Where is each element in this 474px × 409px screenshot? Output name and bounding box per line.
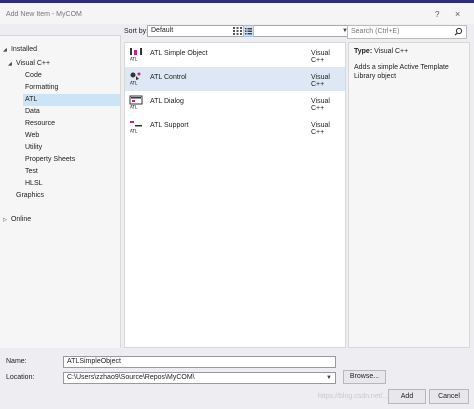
- sort-label: Sort by:: [124, 28, 149, 35]
- template-atl-support[interactable]: ATL ATL Support Visual C++: [125, 115, 345, 139]
- collapse-arrow-icon[interactable]: ◢: [8, 58, 14, 70]
- atl-simple-object-icon: ATL: [129, 47, 143, 62]
- expand-arrow-icon[interactable]: ▷: [3, 214, 9, 226]
- tree-label: Visual C++: [15, 60, 51, 67]
- atl-control-icon: ATL: [129, 71, 143, 86]
- window-title: Add New Item - MyCOM: [6, 11, 82, 18]
- tree-item-formatting[interactable]: Formatting: [25, 82, 58, 94]
- location-label: Location:: [6, 374, 35, 381]
- category-tree: ◢ Installed ◢ Visual C++ Code Formatting…: [0, 35, 121, 348]
- description-type: Type: Visual C++: [354, 48, 408, 55]
- template-name: ATL Support: [150, 122, 189, 129]
- template-language: Visual C++: [311, 74, 330, 88]
- tree-item-installed[interactable]: ◢ Installed: [3, 44, 37, 56]
- svg-text:ATL: ATL: [130, 105, 138, 110]
- template-language: Visual C++: [311, 50, 330, 64]
- tree-label: Online: [10, 216, 32, 223]
- title-bar: Add New Item - MyCOM ? ×: [0, 3, 474, 24]
- chevron-down-icon: ▼: [326, 375, 332, 381]
- svg-text:ATL: ATL: [130, 57, 138, 62]
- name-label: Name:: [6, 358, 27, 365]
- name-field[interactable]: ATLSimpleObject: [63, 356, 336, 368]
- template-language: Visual C++: [311, 122, 330, 136]
- template-list: ATL ATL Simple Object Visual C++ ATL ATL…: [124, 42, 346, 348]
- search-placeholder: Search (Ctrl+E): [351, 28, 400, 35]
- list-view-icon[interactable]: [243, 25, 254, 37]
- svg-text:ATL: ATL: [130, 81, 138, 86]
- browse-button[interactable]: Browse...: [343, 370, 386, 384]
- watermark: https://blog.csdn.net/...: [318, 393, 389, 400]
- template-language: Visual C++: [311, 98, 330, 112]
- svg-text:ATL: ATL: [130, 129, 138, 134]
- location-select[interactable]: C:\Users\zzhao9\Source\Repos\MyCOM\ ▼: [63, 372, 336, 384]
- template-name: ATL Control: [150, 74, 187, 81]
- tree-item-data[interactable]: Data: [25, 106, 40, 118]
- help-button[interactable]: ?: [435, 10, 439, 19]
- cancel-button[interactable]: Cancel: [429, 389, 469, 404]
- tree-item-property-sheets[interactable]: Property Sheets: [25, 154, 75, 166]
- close-button[interactable]: ×: [455, 9, 460, 19]
- search-input[interactable]: Search (Ctrl+E): [347, 25, 467, 39]
- add-button[interactable]: Add: [388, 389, 426, 404]
- tree-item-visual-cpp[interactable]: ◢ Visual C++: [8, 58, 50, 70]
- template-atl-control[interactable]: ATL ATL Control Visual C++: [125, 67, 345, 91]
- sort-value: Default: [151, 27, 174, 34]
- atl-support-icon: ATL: [129, 119, 143, 134]
- template-name: ATL Simple Object: [150, 50, 208, 57]
- template-name: ATL Dialog: [150, 98, 184, 105]
- template-atl-simple-object[interactable]: ATL ATL Simple Object Visual C++: [125, 43, 345, 67]
- type-value: Visual C++: [374, 48, 409, 55]
- tree-item-online[interactable]: ▷ Online: [3, 214, 31, 226]
- tree-item-resource[interactable]: Resource: [25, 118, 55, 130]
- type-label: Type:: [354, 48, 373, 55]
- tree-item-graphics[interactable]: Graphics: [16, 190, 44, 202]
- tree-item-atl[interactable]: ATL: [23, 94, 120, 106]
- tree-item-test[interactable]: Test: [25, 166, 38, 178]
- atl-dialog-icon: ATL: [129, 95, 143, 110]
- tree-item-code[interactable]: Code: [25, 70, 42, 82]
- tree-item-utility[interactable]: Utility: [25, 142, 42, 154]
- description-text: Adds a simple Active Template Library ob…: [354, 64, 449, 80]
- location-value: C:\Users\zzhao9\Source\Repos\MyCOM\: [67, 374, 195, 381]
- collapse-arrow-icon[interactable]: ◢: [3, 44, 9, 56]
- search-icon: [454, 27, 463, 41]
- description-panel: Type: Visual C++ Adds a simple Active Te…: [348, 42, 470, 348]
- template-atl-dialog[interactable]: ATL ATL Dialog Visual C++: [125, 91, 345, 115]
- grid-view-icon[interactable]: [232, 25, 243, 37]
- tree-label: Installed: [10, 46, 38, 53]
- tree-item-web[interactable]: Web: [25, 130, 39, 142]
- tree-item-hlsl[interactable]: HLSL: [25, 178, 43, 190]
